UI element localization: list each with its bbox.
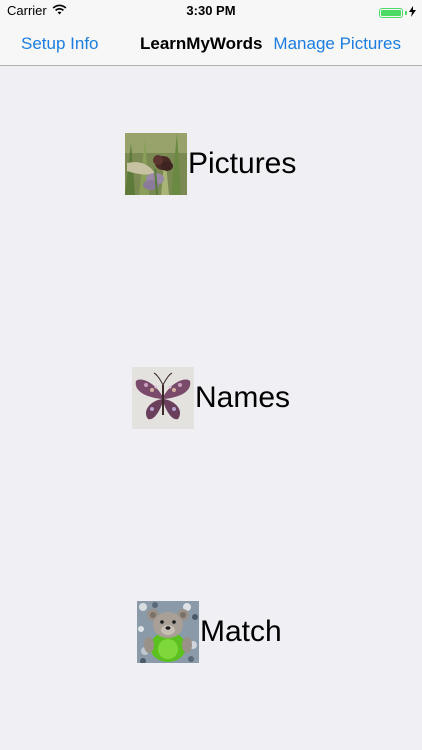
names-label: Names [195,381,291,414]
menu-item-match[interactable]: Match [137,601,282,663]
match-label: Match [200,615,282,648]
status-bar: Carrier 3:30 PM [0,0,422,22]
setup-info-button[interactable]: Setup Info [21,34,99,54]
status-time: 3:30 PM [186,3,236,18]
page-title: LearnMyWords [140,34,263,53]
battery-tip [405,10,407,15]
teddy-bear-photo-icon [137,601,199,663]
menu-item-names[interactable]: Names [132,367,290,429]
battery-icon [379,7,403,18]
manage-pictures-button[interactable]: Manage Pictures [273,34,401,54]
butterfly-photo-icon [132,367,194,429]
status-right [379,5,416,20]
menu-item-pictures[interactable]: Pictures [125,133,296,195]
navigation-bar: Setup Info LearnMyWords Manage Pictures [0,22,422,66]
charging-icon [409,5,416,20]
flower-photo-icon [125,133,187,195]
pictures-label: Pictures [188,147,297,180]
